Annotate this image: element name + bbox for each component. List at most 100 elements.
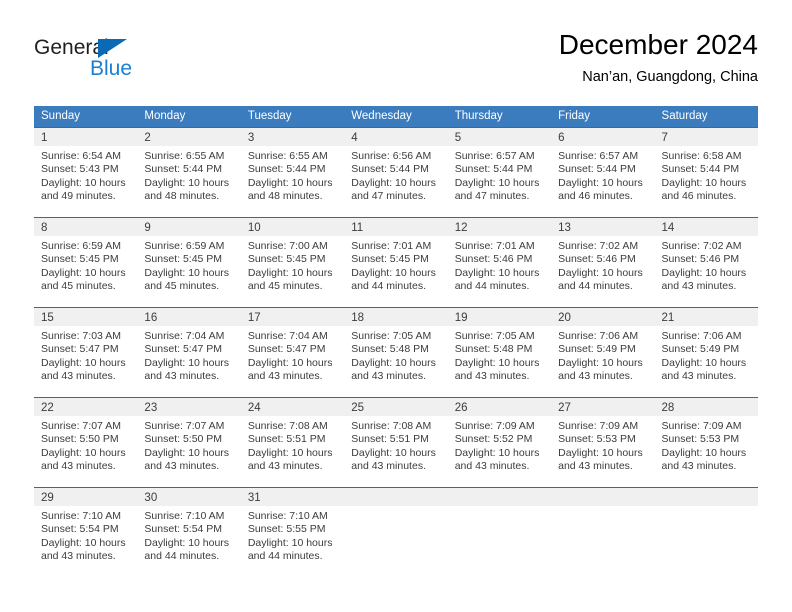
daylight-text: Daylight: 10 hours and 43 minutes. bbox=[41, 536, 126, 563]
sunrise-text: Sunrise: 7:08 AM bbox=[351, 420, 432, 432]
calendar-day-cell[interactable]: 27 Sunrise: 7:09 AM Sunset: 5:53 PM Dayl… bbox=[551, 398, 655, 487]
calendar-day-cell[interactable]: 9 Sunrise: 6:59 AM Sunset: 5:45 PM Dayli… bbox=[137, 218, 241, 307]
sunrise-text: Sunrise: 7:02 AM bbox=[661, 240, 742, 252]
calendar-day-cell[interactable]: 3 Sunrise: 6:55 AM Sunset: 5:44 PM Dayli… bbox=[240, 128, 345, 217]
daylight-text: Daylight: 10 hours and 45 minutes. bbox=[41, 266, 126, 293]
calendar-day-cell[interactable]: 29 Sunrise: 7:10 AM Sunset: 5:54 PM Dayl… bbox=[34, 488, 138, 577]
day-number: 6 bbox=[558, 132, 565, 144]
sunrise-text: Sunrise: 7:09 AM bbox=[558, 420, 639, 432]
calendar-day-cell[interactable]: 15 Sunrise: 7:03 AM Sunset: 5:47 PM Dayl… bbox=[34, 308, 138, 397]
calendar-day-cell[interactable]: 30 Sunrise: 7:10 AM Sunset: 5:54 PM Dayl… bbox=[137, 488, 241, 577]
sunset-text: Sunset: 5:49 PM bbox=[661, 343, 740, 356]
calendar-day-cell[interactable]: 23 Sunrise: 7:07 AM Sunset: 5:50 PM Dayl… bbox=[137, 398, 241, 487]
daylight-text: Daylight: 10 hours and 46 minutes. bbox=[661, 176, 747, 203]
day-number: 15 bbox=[41, 312, 54, 324]
calendar-day-cell[interactable]: 6 Sunrise: 6:57 AM Sunset: 5:44 PM Dayli… bbox=[551, 128, 655, 217]
day-details: Sunrise: 7:09 AM Sunset: 5:53 PM Dayligh… bbox=[551, 416, 654, 474]
daylight-text: Daylight: 10 hours and 43 minutes. bbox=[41, 446, 126, 473]
day-number: 16 bbox=[144, 312, 158, 324]
day-number: 3 bbox=[247, 132, 255, 144]
weekday-header-friday: Friday bbox=[558, 110, 591, 122]
calendar-day-cell[interactable]: 11 Sunrise: 7:01 AM Sunset: 5:45 PM Dayl… bbox=[344, 218, 448, 307]
day-number-band: 6 bbox=[551, 128, 655, 146]
calendar-day-cell[interactable]: 24 Sunrise: 7:08 AM Sunset: 5:51 PM Dayl… bbox=[240, 398, 345, 487]
calendar-day-cell[interactable]: 5 Sunrise: 6:57 AM Sunset: 5:44 PM Dayli… bbox=[447, 128, 552, 217]
daylight-text: Daylight: 10 hours and 43 minutes. bbox=[661, 356, 747, 383]
sunset-text: Sunset: 5:45 PM bbox=[144, 253, 223, 266]
daylight-text: Daylight: 10 hours and 44 minutes. bbox=[351, 266, 436, 293]
calendar-week-row: 22 Sunrise: 7:07 AM Sunset: 5:50 PM Dayl… bbox=[34, 397, 758, 487]
calendar-week-row: 15 Sunrise: 7:03 AM Sunset: 5:47 PM Dayl… bbox=[34, 307, 758, 397]
day-number: 22 bbox=[41, 402, 54, 414]
calendar-day-cell[interactable]: 10 Sunrise: 7:00 AM Sunset: 5:45 PM Dayl… bbox=[240, 218, 345, 307]
sunrise-text: Sunrise: 6:58 AM bbox=[661, 150, 742, 162]
daylight-text: Daylight: 10 hours and 44 minutes. bbox=[454, 266, 540, 293]
day-details: Sunrise: 6:56 AM Sunset: 5:44 PM Dayligh… bbox=[344, 146, 447, 204]
calendar-day-cell[interactable]: 26 Sunrise: 7:09 AM Sunset: 5:52 PM Dayl… bbox=[447, 398, 552, 487]
calendar-day-cell[interactable]: 4 Sunrise: 6:56 AM Sunset: 5:44 PM Dayli… bbox=[344, 128, 448, 217]
weekday-header-tuesday: Tuesday bbox=[247, 110, 292, 122]
day-number-band: 30 bbox=[137, 488, 241, 506]
day-number-band bbox=[551, 488, 655, 506]
calendar-day-cell[interactable]: 19 Sunrise: 7:05 AM Sunset: 5:48 PM Dayl… bbox=[447, 308, 552, 397]
day-number-band: 23 bbox=[137, 398, 241, 416]
day-details: Sunrise: 7:01 AM Sunset: 5:46 PM Dayligh… bbox=[448, 236, 551, 294]
calendar-day-cell[interactable]: 7 Sunrise: 6:58 AM Sunset: 5:44 PM Dayli… bbox=[654, 128, 758, 217]
day-details: Sunrise: 7:04 AM Sunset: 5:47 PM Dayligh… bbox=[241, 326, 344, 384]
calendar-day-cell[interactable]: 25 Sunrise: 7:08 AM Sunset: 5:51 PM Dayl… bbox=[344, 398, 448, 487]
sunrise-text: Sunrise: 6:57 AM bbox=[454, 150, 535, 162]
calendar-day-cell[interactable]: 18 Sunrise: 7:05 AM Sunset: 5:48 PM Dayl… bbox=[344, 308, 448, 397]
calendar-day-cell[interactable]: 22 Sunrise: 7:07 AM Sunset: 5:50 PM Dayl… bbox=[34, 398, 138, 487]
calendar-day-cell[interactable]: 1 Sunrise: 6:54 AM Sunset: 5:43 PM Dayli… bbox=[34, 128, 138, 217]
sunrise-text: Sunrise: 7:05 AM bbox=[351, 330, 432, 342]
day-details: Sunrise: 7:08 AM Sunset: 5:51 PM Dayligh… bbox=[344, 416, 447, 474]
calendar-week-row: 8 Sunrise: 6:59 AM Sunset: 5:45 PM Dayli… bbox=[34, 217, 758, 307]
day-details bbox=[551, 506, 654, 510]
sunset-text: Sunset: 5:44 PM bbox=[247, 163, 326, 176]
calendar-day-cell[interactable]: 31 Sunrise: 7:10 AM Sunset: 5:55 PM Dayl… bbox=[240, 488, 345, 577]
day-number: 9 bbox=[144, 222, 151, 234]
day-number-band: 5 bbox=[447, 128, 552, 146]
daylight-text: Daylight: 10 hours and 44 minutes. bbox=[247, 536, 333, 563]
calendar-grid: Sunday Monday Tuesday Wednesday Thursday… bbox=[34, 106, 758, 577]
day-details bbox=[655, 506, 758, 510]
calendar-day-cell[interactable]: 14 Sunrise: 7:02 AM Sunset: 5:46 PM Dayl… bbox=[654, 218, 758, 307]
weekday-header-wednesday: Wednesday bbox=[351, 110, 412, 122]
page-title: December 2024 bbox=[558, 29, 758, 60]
sunset-text: Sunset: 5:47 PM bbox=[144, 343, 223, 356]
calendar-day-cell-empty bbox=[447, 488, 552, 577]
general-blue-logo[interactable]: General Blue bbox=[34, 36, 234, 92]
daylight-text: Daylight: 10 hours and 46 minutes. bbox=[558, 176, 643, 203]
calendar-day-cell[interactable]: 2 Sunrise: 6:55 AM Sunset: 5:44 PM Dayli… bbox=[137, 128, 241, 217]
day-number: 5 bbox=[454, 132, 462, 144]
day-number: 2 bbox=[144, 132, 151, 144]
day-number-band: 31 bbox=[240, 488, 345, 506]
sunrise-text: Sunrise: 6:59 AM bbox=[41, 240, 121, 252]
day-number-band: 24 bbox=[240, 398, 345, 416]
day-details: Sunrise: 6:55 AM Sunset: 5:44 PM Dayligh… bbox=[137, 146, 240, 204]
calendar-day-cell[interactable]: 21 Sunrise: 7:06 AM Sunset: 5:49 PM Dayl… bbox=[654, 308, 758, 397]
sunset-text: Sunset: 5:54 PM bbox=[144, 523, 223, 536]
calendar-day-cell[interactable]: 13 Sunrise: 7:02 AM Sunset: 5:46 PM Dayl… bbox=[551, 218, 655, 307]
calendar-day-cell[interactable]: 28 Sunrise: 7:09 AM Sunset: 5:53 PM Dayl… bbox=[654, 398, 758, 487]
calendar-day-cell[interactable]: 12 Sunrise: 7:01 AM Sunset: 5:46 PM Dayl… bbox=[447, 218, 552, 307]
day-number-band: 1 bbox=[34, 128, 138, 146]
day-number-band: 15 bbox=[34, 308, 138, 326]
weekday-header-thursday: Thursday bbox=[454, 110, 503, 122]
sunset-text: Sunset: 5:44 PM bbox=[144, 163, 223, 176]
daylight-text: Daylight: 10 hours and 43 minutes. bbox=[454, 356, 540, 383]
day-details: Sunrise: 7:05 AM Sunset: 5:48 PM Dayligh… bbox=[448, 326, 551, 384]
day-details: Sunrise: 6:59 AM Sunset: 5:45 PM Dayligh… bbox=[34, 236, 137, 294]
page-subtitle-location: Nan’an, Guangdong, China bbox=[582, 69, 758, 85]
calendar-day-cell[interactable]: 8 Sunrise: 6:59 AM Sunset: 5:45 PM Dayli… bbox=[34, 218, 138, 307]
daylight-text: Daylight: 10 hours and 45 minutes. bbox=[247, 266, 333, 293]
sunset-text: Sunset: 5:48 PM bbox=[454, 343, 533, 356]
day-number-band: 10 bbox=[240, 218, 345, 236]
calendar-day-cell[interactable]: 16 Sunrise: 7:04 AM Sunset: 5:47 PM Dayl… bbox=[137, 308, 241, 397]
calendar-day-cell[interactable]: 17 Sunrise: 7:04 AM Sunset: 5:47 PM Dayl… bbox=[240, 308, 345, 397]
daylight-text: Daylight: 10 hours and 43 minutes. bbox=[247, 446, 333, 473]
sunset-text: Sunset: 5:55 PM bbox=[247, 523, 326, 536]
calendar-day-cell[interactable]: 20 Sunrise: 7:06 AM Sunset: 5:49 PM Dayl… bbox=[551, 308, 655, 397]
day-details: Sunrise: 7:06 AM Sunset: 5:49 PM Dayligh… bbox=[655, 326, 758, 384]
day-number-band: 19 bbox=[447, 308, 552, 326]
